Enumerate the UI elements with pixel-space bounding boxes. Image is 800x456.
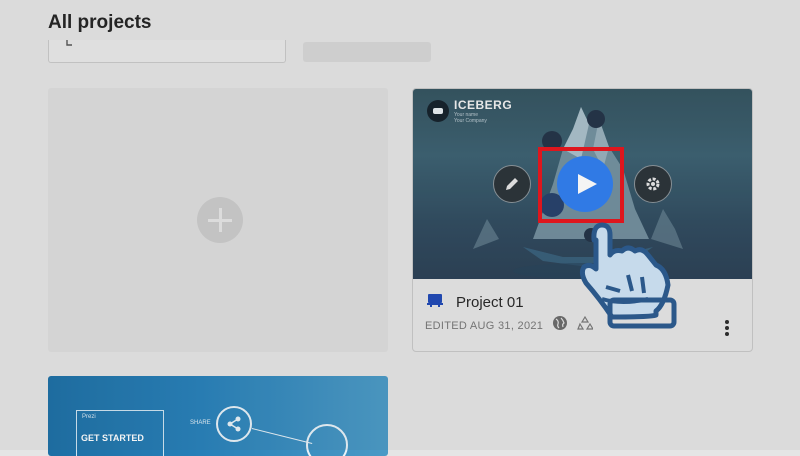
new-project-card[interactable] bbox=[48, 88, 388, 352]
filter-dropdown[interactable] bbox=[303, 42, 431, 62]
project-title[interactable]: Project 01 bbox=[456, 294, 524, 311]
template-card[interactable]: Prezi GET STARTED SHARE bbox=[48, 376, 388, 456]
share-label: SHARE bbox=[190, 420, 211, 426]
search-input[interactable] bbox=[48, 40, 286, 63]
gear-icon bbox=[646, 177, 660, 191]
edit-button[interactable] bbox=[493, 165, 531, 203]
more-vertical-icon[interactable] bbox=[724, 319, 730, 337]
share-icon bbox=[216, 406, 252, 442]
template-brand: Prezi bbox=[82, 414, 96, 420]
template-title: GET STARTED bbox=[81, 433, 144, 443]
brand-company: Your Company bbox=[454, 118, 487, 124]
connector-line bbox=[251, 428, 313, 444]
presentation-icon bbox=[427, 294, 443, 307]
brand-logo bbox=[427, 100, 449, 122]
search-icon bbox=[66, 40, 72, 46]
brand-name: ICEBERG bbox=[454, 98, 513, 112]
globe-icon bbox=[553, 316, 567, 330]
plus-icon bbox=[197, 197, 243, 243]
hand-pointer-icon bbox=[579, 222, 677, 329]
template-circle bbox=[306, 424, 348, 456]
edited-date: EDITED AUG 31, 2021 bbox=[425, 320, 544, 332]
pencil-icon bbox=[506, 178, 518, 190]
page-title: All projects bbox=[48, 12, 152, 33]
